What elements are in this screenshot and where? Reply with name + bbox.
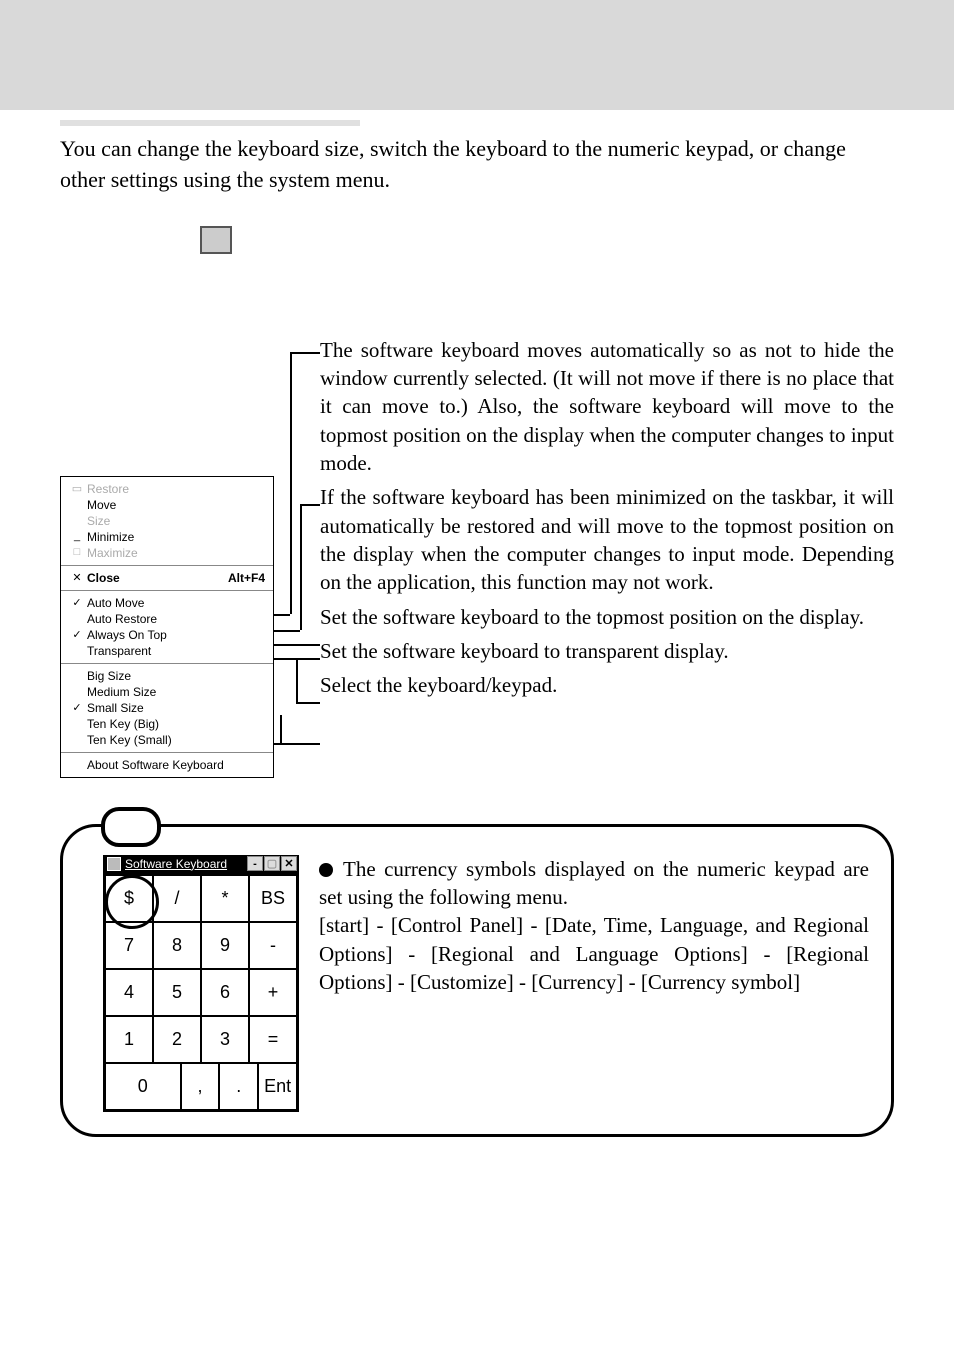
connector-line [310, 644, 320, 646]
menu-item-close[interactable]: ✕CloseAlt+F4 [69, 570, 265, 586]
explain-auto-restore: If the software keyboard has been minimi… [320, 483, 894, 596]
key-1[interactable]: 1 [105, 1016, 153, 1063]
check-icon: ✓ [71, 701, 83, 714]
menu-item-always-on-top[interactable]: ✓Always On Top [69, 627, 265, 643]
key-minus[interactable]: - [249, 922, 297, 969]
key-8[interactable]: 8 [153, 922, 201, 969]
key-comma[interactable]: , [181, 1063, 220, 1110]
menu-item-minimize[interactable]: _Minimize [69, 529, 265, 545]
explain-always-on-top: Set the software keyboard to the topmost… [320, 603, 894, 631]
connector-line [300, 504, 302, 630]
close-icon: ✕ [71, 571, 83, 584]
note-text: The currency symbols displayed on the nu… [319, 855, 869, 1112]
key-0[interactable]: 0 [105, 1063, 181, 1110]
connector-line [290, 352, 292, 614]
key-4[interactable]: 4 [105, 969, 153, 1016]
close-shortcut: Alt+F4 [228, 571, 265, 585]
system-menu-titlebar-icon [200, 226, 232, 254]
key-star[interactable]: * [201, 875, 249, 922]
menu-item-small-size[interactable]: ✓Small Size [69, 700, 265, 716]
key-equals[interactable]: = [249, 1016, 297, 1063]
system-menu-dropdown: ▭Restore Move Size _Minimize □Maximize ✕… [60, 476, 274, 778]
menu-item-transparent[interactable]: Transparent [69, 643, 265, 659]
connector-line [296, 702, 320, 704]
note-box: Software Keyboard - ▢ ✕ $ / * BS [60, 824, 894, 1137]
key-6[interactable]: 6 [201, 969, 249, 1016]
menu-item-big-size[interactable]: Big Size [69, 668, 265, 684]
minimize-button[interactable]: - [247, 856, 263, 871]
menu-item-medium-size[interactable]: Medium Size [69, 684, 265, 700]
check-icon: ✓ [71, 628, 83, 641]
connector-line [280, 715, 282, 743]
explain-auto-move: The software keyboard moves automaticall… [320, 336, 894, 478]
check-icon: ✓ [71, 596, 83, 609]
menu-item-auto-move[interactable]: ✓Auto Move [69, 595, 265, 611]
bullet-icon [319, 863, 333, 877]
explain-transparent: Set the software keyboard to transparent… [320, 637, 894, 665]
key-3[interactable]: 3 [201, 1016, 249, 1063]
close-button[interactable]: ✕ [281, 856, 297, 871]
key-5[interactable]: 5 [153, 969, 201, 1016]
section-heading-underline [60, 120, 360, 126]
menu-item-about[interactable]: About Software Keyboard [69, 757, 265, 773]
menu-item-auto-restore[interactable]: Auto Restore [69, 611, 265, 627]
note-tab [101, 807, 161, 847]
restore-icon: ▭ [71, 482, 83, 495]
connector-line [296, 658, 298, 702]
keypad-title: Software Keyboard [125, 857, 246, 871]
key-7[interactable]: 7 [105, 922, 153, 969]
key-slash[interactable]: / [153, 875, 201, 922]
page-header-band [0, 0, 954, 110]
menu-item-ten-key-small[interactable]: Ten Key (Small) [69, 732, 265, 748]
menu-item-size[interactable]: Size [69, 513, 265, 529]
key-backspace[interactable]: BS [249, 875, 297, 922]
explain-keyboard-size: Select the keyboard/keypad. [320, 671, 894, 699]
key-enter[interactable]: Ent [258, 1063, 297, 1110]
menu-item-move[interactable]: Move [69, 497, 265, 513]
connector-line [300, 504, 320, 506]
key-plus[interactable]: + [249, 969, 297, 1016]
menu-diagram: ▭Restore Move Size _Minimize □Maximize ✕… [60, 344, 894, 794]
keypad-title-icon [107, 857, 121, 871]
key-2[interactable]: 2 [153, 1016, 201, 1063]
intro-text: You can change the keyboard size, switch… [60, 134, 894, 196]
maximize-button[interactable]: ▢ [264, 856, 280, 871]
keypad-titlebar: Software Keyboard - ▢ ✕ [103, 855, 299, 873]
key-9[interactable]: 9 [201, 922, 249, 969]
maximize-icon: □ [71, 546, 83, 558]
connector-line [290, 352, 320, 354]
key-dot[interactable]: . [219, 1063, 258, 1110]
menu-item-maximize[interactable]: □Maximize [69, 545, 265, 561]
highlight-circle [105, 875, 159, 929]
menu-item-ten-key-big[interactable]: Ten Key (Big) [69, 716, 265, 732]
minimize-icon: _ [71, 530, 83, 542]
menu-item-restore[interactable]: ▭Restore [69, 481, 265, 497]
